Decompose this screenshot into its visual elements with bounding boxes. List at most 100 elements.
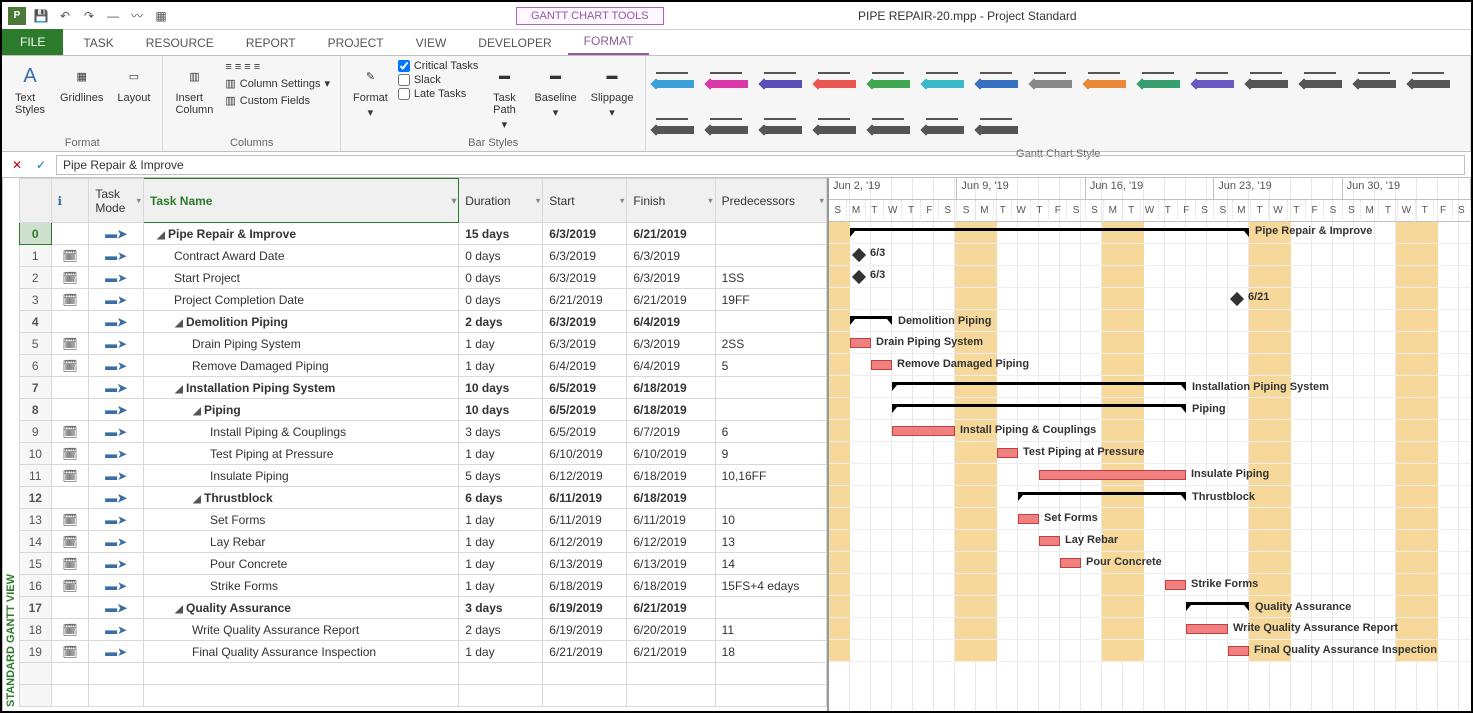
- predecessors-cell[interactable]: [715, 311, 826, 333]
- task-mode-cell[interactable]: ▬➤: [89, 223, 144, 245]
- task-name-cell[interactable]: Strike Forms: [143, 575, 458, 597]
- duration-cell[interactable]: 1 day: [459, 333, 543, 355]
- finish-cell[interactable]: 6/3/2019: [627, 267, 715, 289]
- finish-cell[interactable]: 6/18/2019: [627, 465, 715, 487]
- row-number[interactable]: 7: [20, 377, 52, 399]
- row-number[interactable]: 5: [20, 333, 52, 355]
- task-name-cell[interactable]: ◢Quality Assurance: [143, 597, 458, 619]
- task-mode-cell[interactable]: ▬➤: [89, 267, 144, 289]
- predecessors-cell[interactable]: 5: [715, 355, 826, 377]
- style-swatch[interactable]: [764, 108, 808, 144]
- duration-cell[interactable]: 1 day: [459, 355, 543, 377]
- finish-cell[interactable]: 6/13/2019: [627, 553, 715, 575]
- cancel-icon[interactable]: ✕: [8, 156, 26, 174]
- style-swatch[interactable]: [1142, 62, 1186, 98]
- col-duration[interactable]: Duration▾: [459, 179, 543, 223]
- style-swatch[interactable]: [1250, 62, 1294, 98]
- task-bar[interactable]: Drain Piping System: [850, 338, 871, 348]
- redo-icon[interactable]: ↷: [80, 7, 98, 25]
- summary-bar[interactable]: Installation Piping System: [892, 382, 1186, 390]
- row-number[interactable]: 0: [20, 223, 52, 245]
- finish-cell[interactable]: 6/21/2019: [627, 289, 715, 311]
- duration-cell[interactable]: 1 day: [459, 641, 543, 663]
- task-name-cell[interactable]: ◢Demolition Piping: [143, 311, 458, 333]
- finish-cell[interactable]: 6/21/2019: [627, 597, 715, 619]
- style-swatch[interactable]: [764, 62, 808, 98]
- col-rownum[interactable]: [20, 179, 52, 223]
- duration-cell[interactable]: 3 days: [459, 597, 543, 619]
- finish-cell[interactable]: 6/18/2019: [627, 487, 715, 509]
- tab-task[interactable]: TASK: [67, 31, 129, 55]
- style-swatch[interactable]: [926, 62, 970, 98]
- task-name-cell[interactable]: Drain Piping System: [143, 333, 458, 355]
- duration-cell[interactable]: 1 day: [459, 531, 543, 553]
- calendar-icon[interactable]: ▦: [152, 7, 170, 25]
- predecessors-cell[interactable]: 10: [715, 509, 826, 531]
- task-name-cell[interactable]: ◢Installation Piping System: [143, 377, 458, 399]
- table-row[interactable]: 10 🗓 ▬➤ Test Piping at Pressure 1 day 6/…: [20, 443, 827, 465]
- summary-bar[interactable]: Piping: [892, 404, 1186, 412]
- predecessors-cell[interactable]: [715, 487, 826, 509]
- row-number[interactable]: 14: [20, 531, 52, 553]
- task-bar[interactable]: Lay Rebar: [1039, 536, 1060, 546]
- style-swatch[interactable]: [1034, 62, 1078, 98]
- predecessors-cell[interactable]: [715, 223, 826, 245]
- style-swatch[interactable]: [818, 62, 862, 98]
- predecessors-cell[interactable]: 18: [715, 641, 826, 663]
- predecessors-cell[interactable]: 13: [715, 531, 826, 553]
- duration-cell[interactable]: 10 days: [459, 399, 543, 421]
- finish-cell[interactable]: 6/10/2019: [627, 443, 715, 465]
- finish-cell[interactable]: 6/7/2019: [627, 421, 715, 443]
- summary-bar[interactable]: Thrustblock: [1018, 492, 1186, 500]
- start-cell[interactable]: 6/11/2019: [543, 509, 627, 531]
- milestone-marker[interactable]: [1230, 292, 1244, 306]
- gantt-row[interactable]: Installation Piping System: [829, 376, 1471, 398]
- row-number[interactable]: 10: [20, 443, 52, 465]
- style-swatch[interactable]: [1088, 62, 1132, 98]
- task-name-cell[interactable]: Pour Concrete: [143, 553, 458, 575]
- row-number[interactable]: 19: [20, 641, 52, 663]
- gantt-row[interactable]: Lay Rebar: [829, 530, 1471, 552]
- start-cell[interactable]: 6/5/2019: [543, 399, 627, 421]
- column-settings-button[interactable]: ▥ Column Settings ▾: [223, 76, 332, 91]
- duration-cell[interactable]: 1 day: [459, 509, 543, 531]
- task-bar[interactable]: Remove Damaged Piping: [871, 360, 892, 370]
- start-cell[interactable]: 6/11/2019: [543, 487, 627, 509]
- task-mode-cell[interactable]: ▬➤: [89, 531, 144, 553]
- table-row[interactable]: 17 ▬➤ ◢Quality Assurance 3 days 6/19/201…: [20, 597, 827, 619]
- gantt-row[interactable]: Demolition Piping: [829, 310, 1471, 332]
- finish-cell[interactable]: 6/20/2019: [627, 619, 715, 641]
- accept-icon[interactable]: ✓: [32, 156, 50, 174]
- row-number[interactable]: 9: [20, 421, 52, 443]
- finish-cell[interactable]: 6/4/2019: [627, 355, 715, 377]
- task-name-cell[interactable]: ◢Piping: [143, 399, 458, 421]
- task-bar[interactable]: Set Forms: [1018, 514, 1039, 524]
- task-mode-cell[interactable]: ▬➤: [89, 487, 144, 509]
- row-number[interactable]: 18: [20, 619, 52, 641]
- predecessors-cell[interactable]: 15FS+4 edays: [715, 575, 826, 597]
- row-number[interactable]: 1: [20, 245, 52, 267]
- task-bar[interactable]: Write Quality Assurance Report: [1186, 624, 1228, 634]
- style-swatch[interactable]: [1412, 62, 1456, 98]
- task-name-cell[interactable]: ◢Thrustblock: [143, 487, 458, 509]
- summary-bar[interactable]: Quality Assurance: [1186, 602, 1249, 610]
- start-cell[interactable]: 6/12/2019: [543, 531, 627, 553]
- duration-cell[interactable]: 5 days: [459, 465, 543, 487]
- gantt-row[interactable]: Insulate Piping: [829, 464, 1471, 486]
- task-name-cell[interactable]: Start Project: [143, 267, 458, 289]
- task-mode-cell[interactable]: ▬➤: [89, 289, 144, 311]
- task-bar[interactable]: Pour Concrete: [1060, 558, 1081, 568]
- predecessors-cell[interactable]: 10,16FF: [715, 465, 826, 487]
- table-row[interactable]: 1 🗓 ▬➤ Contract Award Date 0 days 6/3/20…: [20, 245, 827, 267]
- row-number[interactable]: 12: [20, 487, 52, 509]
- predecessors-cell[interactable]: 9: [715, 443, 826, 465]
- layout-button[interactable]: ▭Layout: [113, 60, 154, 106]
- start-cell[interactable]: 6/18/2019: [543, 575, 627, 597]
- finish-cell[interactable]: 6/18/2019: [627, 399, 715, 421]
- start-cell[interactable]: 6/3/2019: [543, 311, 627, 333]
- late-tasks-checkbox[interactable]: Late Tasks: [398, 88, 479, 100]
- table-row[interactable]: 19 🗓 ▬➤ Final Quality Assurance Inspecti…: [20, 641, 827, 663]
- style-swatch[interactable]: [872, 62, 916, 98]
- task-bar[interactable]: Strike Forms: [1165, 580, 1186, 590]
- tab-view[interactable]: VIEW: [400, 31, 463, 55]
